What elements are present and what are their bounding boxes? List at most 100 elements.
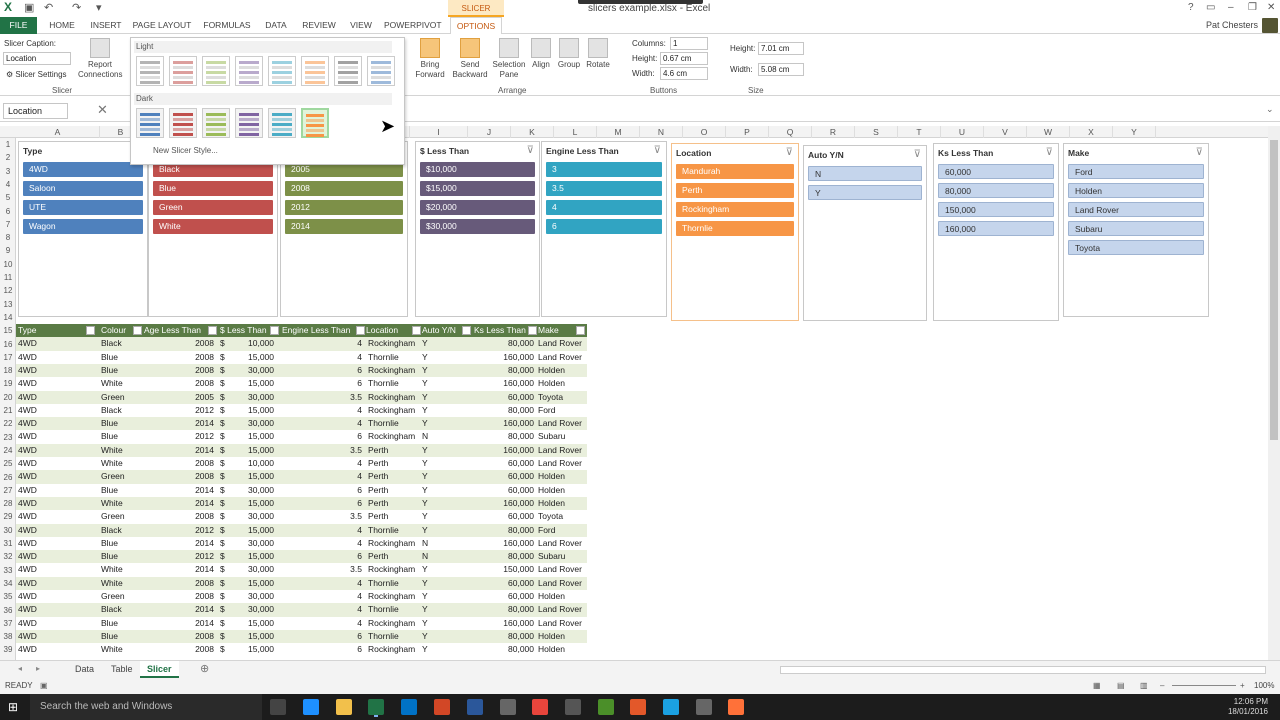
- table-cell[interactable]: 15,000: [230, 377, 274, 390]
- table-cell[interactable]: Rockingham: [366, 537, 422, 550]
- file-explorer-icon[interactable]: [336, 699, 352, 715]
- table-cell[interactable]: Y: [422, 497, 462, 510]
- expand-formula-icon[interactable]: ⌄: [1266, 104, 1274, 115]
- slicer-item[interactable]: 60,000: [938, 164, 1054, 179]
- table-cell[interactable]: 30,000: [230, 603, 274, 616]
- table-cell[interactable]: Ford: [538, 404, 588, 417]
- table-cell[interactable]: 4: [282, 577, 362, 590]
- row-header-11[interactable]: 11: [0, 271, 16, 284]
- light-style-swatch[interactable]: [136, 56, 164, 86]
- table-cell[interactable]: 80,000: [474, 643, 534, 656]
- table-cell[interactable]: Y: [422, 377, 462, 390]
- light-style-swatch[interactable]: [268, 56, 296, 86]
- table-cell[interactable]: Y: [422, 524, 462, 537]
- table-cell[interactable]: Rockingham: [366, 617, 422, 630]
- clear-filter-icon[interactable]: ⊽: [527, 145, 534, 156]
- slicer-item[interactable]: Y: [808, 185, 922, 200]
- macro-record-icon[interactable]: ▣: [40, 678, 48, 694]
- table-cell[interactable]: 15,000: [230, 643, 274, 656]
- size-width-input[interactable]: 5.08 cm: [758, 63, 804, 76]
- table-cell[interactable]: Perth: [366, 497, 422, 510]
- table-cell[interactable]: 80,000: [474, 337, 534, 350]
- table-row[interactable]: 4WD Blue 2008 $15,000 6 Thornlie Y 80,000 Holden: [16, 629, 588, 644]
- table-cell[interactable]: 4WD: [18, 630, 98, 643]
- clear-filter-icon[interactable]: ⊽: [1046, 147, 1053, 158]
- table-cell[interactable]: $: [220, 643, 230, 656]
- column-header-k[interactable]: K: [511, 126, 554, 138]
- table-cell[interactable]: 2008: [144, 364, 214, 377]
- table-cell[interactable]: 60,000: [474, 457, 534, 470]
- table-cell[interactable]: Land Rover: [538, 617, 588, 630]
- sheet-tab-table[interactable]: Table: [104, 661, 140, 678]
- slicer-item[interactable]: Mandurah: [676, 164, 794, 179]
- table-cell[interactable]: 80,000: [474, 364, 534, 377]
- table-cell[interactable]: Subaru: [538, 550, 588, 563]
- table-cell[interactable]: 4WD: [18, 497, 98, 510]
- button-height-input[interactable]: 0.67 cm: [660, 52, 708, 65]
- slicer-item[interactable]: 4WD: [23, 162, 143, 177]
- slicer-item[interactable]: 2014: [285, 219, 403, 234]
- slicer-caption-input[interactable]: Location: [3, 52, 71, 65]
- row-header-33[interactable]: 33: [0, 564, 16, 577]
- table-row[interactable]: 4WD White 2008 $10,000 4 Perth Y 60,000 Land Rov…: [16, 457, 587, 470]
- table-row[interactable]: 4WD White 2014 $15,000 6 Perth Y 160,000 Holden: [16, 496, 587, 511]
- dark-style-swatch[interactable]: [136, 108, 164, 138]
- tab-file[interactable]: FILE: [0, 17, 37, 34]
- table-cell[interactable]: $: [220, 457, 230, 470]
- app3-icon[interactable]: [696, 699, 712, 715]
- table-cell[interactable]: Y: [422, 643, 462, 656]
- table-cell[interactable]: Perth: [366, 444, 422, 457]
- table-cell[interactable]: Holden: [538, 630, 588, 643]
- next-sheet-icon[interactable]: ▸: [36, 664, 40, 673]
- table-cell[interactable]: Black: [101, 524, 141, 537]
- align-button[interactable]: Align: [528, 38, 554, 70]
- avatar[interactable]: [1262, 18, 1278, 33]
- table-cell[interactable]: Y: [422, 470, 462, 483]
- filter-dropdown-icon[interactable]: [576, 326, 585, 335]
- table-cell[interactable]: Thornlie: [366, 577, 422, 590]
- column-header-p[interactable]: P: [726, 126, 769, 138]
- table-cell[interactable]: 2014: [144, 417, 214, 430]
- slicer-item[interactable]: 3.5: [546, 181, 662, 196]
- table-cell[interactable]: Rockingham: [366, 404, 422, 417]
- tab-page-layout[interactable]: PAGE LAYOUT: [132, 17, 192, 34]
- table-cell[interactable]: 6: [282, 484, 362, 497]
- dark-style-swatch[interactable]: [169, 108, 197, 138]
- table-cell[interactable]: $: [220, 590, 230, 603]
- app2-icon[interactable]: [598, 699, 614, 715]
- light-style-swatch[interactable]: [367, 56, 395, 86]
- table-cell[interactable]: 6: [282, 643, 362, 656]
- table-cell[interactable]: 4WD: [18, 457, 98, 470]
- table-cell[interactable]: 15,000: [230, 470, 274, 483]
- table-cell[interactable]: $: [220, 497, 230, 510]
- table-cell[interactable]: Y: [422, 351, 462, 364]
- table-cell[interactable]: 15,000: [230, 404, 274, 417]
- table-cell[interactable]: 10,000: [230, 457, 274, 470]
- table-cell[interactable]: 4: [282, 417, 362, 430]
- column-header-j[interactable]: J: [468, 126, 511, 138]
- table-cell[interactable]: Holden: [538, 470, 588, 483]
- light-style-swatch[interactable]: [169, 56, 197, 86]
- table-cell[interactable]: 2008: [144, 630, 214, 643]
- table-cell[interactable]: Y: [422, 630, 462, 643]
- table-cell[interactable]: Perth: [366, 510, 422, 523]
- slicer-item[interactable]: 3: [546, 162, 662, 177]
- table-cell[interactable]: $: [220, 630, 230, 643]
- ie-icon[interactable]: [663, 699, 679, 715]
- table-cell[interactable]: 2014: [144, 603, 214, 616]
- slicer-item[interactable]: $15,000: [420, 181, 535, 196]
- table-cell[interactable]: Y: [422, 563, 462, 576]
- table-cell[interactable]: $: [220, 417, 230, 430]
- table-cell[interactable]: Y: [422, 457, 462, 470]
- table-cell[interactable]: $: [220, 430, 230, 443]
- filter-dropdown-icon[interactable]: [133, 326, 142, 335]
- table-cell[interactable]: 2012: [144, 550, 214, 563]
- column-header-n[interactable]: N: [640, 126, 683, 138]
- page-break-view-icon[interactable]: ▥: [1140, 678, 1148, 694]
- table-cell[interactable]: 3.5: [282, 391, 362, 404]
- table-cell[interactable]: 80,000: [474, 524, 534, 537]
- table-cell[interactable]: 4WD: [18, 337, 98, 350]
- table-cell[interactable]: 2014: [144, 617, 214, 630]
- row-header-36[interactable]: 36: [0, 604, 16, 617]
- table-row[interactable]: 4WD Blue 2014 $15,000 4 Rockingham Y 160,000 Lan…: [16, 617, 587, 630]
